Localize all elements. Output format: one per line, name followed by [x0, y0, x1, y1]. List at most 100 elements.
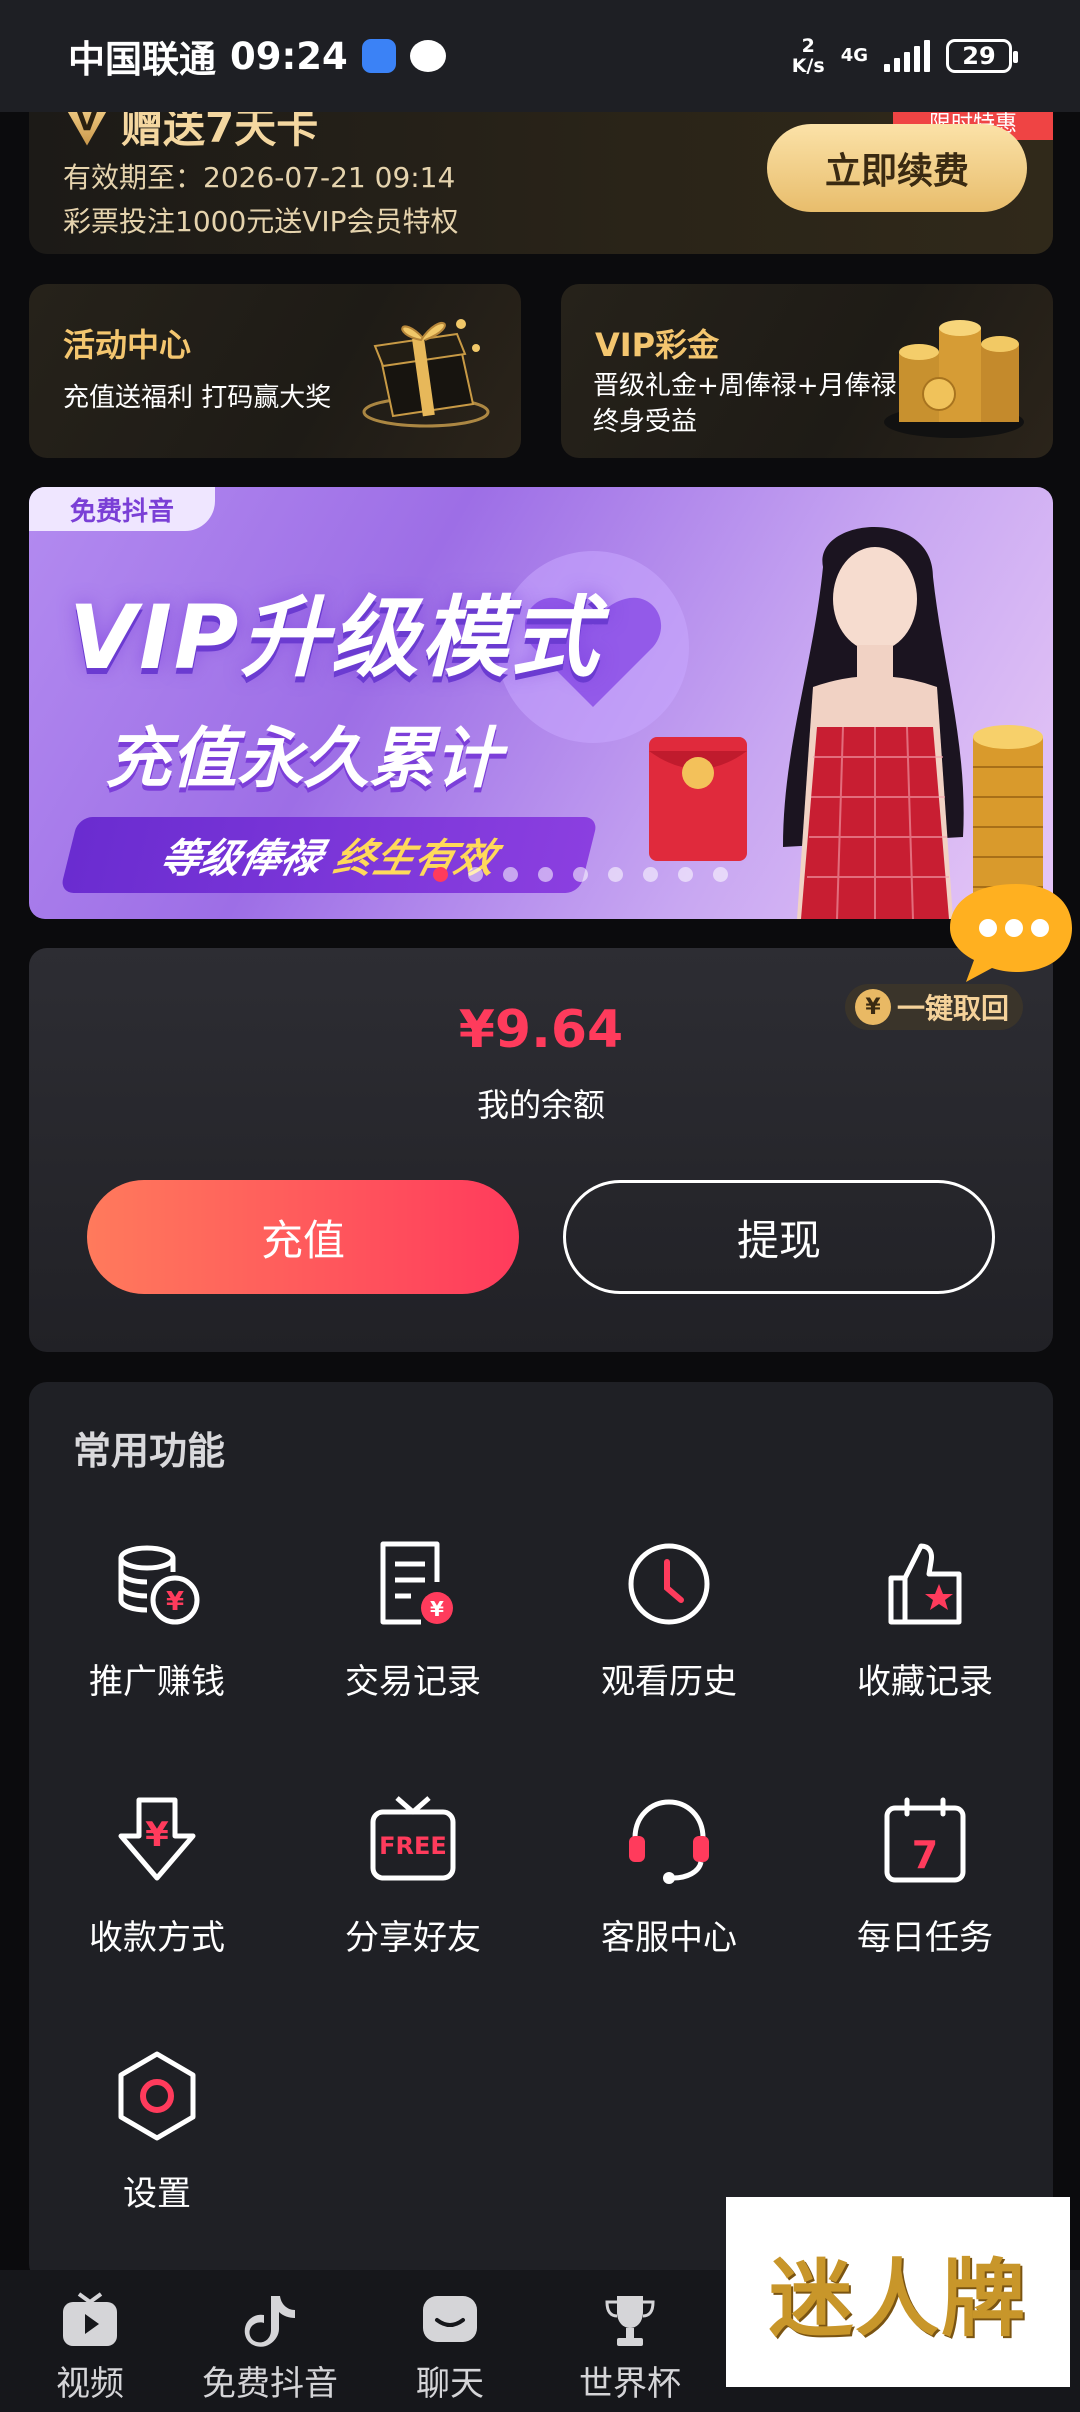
- nav-free-douyin[interactable]: 免费抖音: [180, 2270, 360, 2412]
- clock-icon: [628, 1543, 710, 1625]
- headset-icon: [629, 1799, 709, 1884]
- activity-center-subtitle: 充值送福利 打码赢大奖: [63, 383, 332, 413]
- svg-text:¥: ¥: [430, 1597, 444, 1621]
- banner-headline: VIP升级模式: [69, 586, 601, 689]
- watermark-text: 迷人牌: [768, 2248, 1027, 2348]
- recharge-button[interactable]: 充值: [87, 1180, 519, 1294]
- app-notification-icon: [361, 39, 396, 73]
- nav-label: 世界杯: [579, 2364, 681, 2404]
- nav-chat[interactable]: 聊天: [360, 2270, 540, 2412]
- battery-level: 29: [962, 42, 996, 70]
- net-speed-value: 2: [801, 35, 815, 57]
- banner-pagination[interactable]: [433, 867, 728, 882]
- banner-dot[interactable]: [678, 867, 693, 882]
- func-label: 推广赚钱: [89, 1662, 225, 1702]
- func-settings[interactable]: 设置: [29, 2048, 285, 2248]
- func-label: 设置: [123, 2174, 191, 2214]
- balance-card: ¥ 一键取回 ¥9.64 我的余额 充值 提现: [29, 948, 1053, 1352]
- func-promote-earn[interactable]: ¥ 推广赚钱: [29, 1536, 285, 1736]
- banner-strip-white: 等级俸禄: [155, 836, 327, 882]
- tiktok-icon: [244, 2296, 295, 2347]
- floating-chat-icon[interactable]: [940, 878, 1080, 988]
- withdraw-button[interactable]: 提现: [563, 1180, 995, 1294]
- nav-world-cup[interactable]: 世界杯: [540, 2270, 720, 2412]
- banner-dot[interactable]: [503, 867, 518, 882]
- vip-bonus-subtitle-line2: 终身受益: [593, 407, 698, 437]
- svg-text:7: 7: [912, 1833, 938, 1877]
- banner-dot[interactable]: [433, 867, 448, 882]
- gift-box-icon: [362, 319, 490, 428]
- download-yuan-icon: ¥: [118, 1797, 196, 1881]
- banner-dot[interactable]: [608, 867, 623, 882]
- common-functions-panel: 常用功能 ¥ 推广赚钱 ¥ 交易记录 观看历史 收藏记录 ¥ 收款方式 FREE…: [29, 1382, 1053, 2282]
- vip-valid-until: 有效期至：2026-07-21 09:14: [63, 161, 456, 194]
- trophy-icon: [605, 2296, 655, 2346]
- nav-label: 视频: [56, 2364, 124, 2404]
- func-share-friends[interactable]: FREE 分享好友: [285, 1792, 541, 1992]
- gold-coins-icon: [884, 320, 1024, 438]
- vip-bonus-subtitle: 晋级礼金+周俸禄+月俸禄 终身受益: [593, 368, 897, 440]
- signal-icon: [884, 40, 930, 72]
- func-label: 观看历史: [601, 1662, 737, 1702]
- status-bar: 中国联通 09:24 2 K/s 4G 29: [0, 0, 1080, 112]
- battery-icon: 29: [946, 39, 1018, 73]
- net-speed: 2 K/s: [792, 36, 825, 76]
- func-label: 收款方式: [89, 1918, 225, 1958]
- activity-center-card[interactable]: 活动中心 充值送福利 打码赢大奖: [29, 284, 521, 458]
- coins-icon: ¥: [118, 1545, 200, 1625]
- svg-text:FREE: FREE: [379, 1832, 447, 1860]
- renew-button[interactable]: 立即续费: [767, 124, 1027, 212]
- status-left: 中国联通 09:24: [68, 29, 446, 83]
- banner-dot[interactable]: [468, 867, 483, 882]
- func-daily-tasks[interactable]: 7 每日任务: [797, 1792, 1053, 1992]
- chat-icon: [423, 2296, 477, 2342]
- banner-dot[interactable]: [573, 867, 588, 882]
- banner-subheadline: 充值永久累计: [105, 720, 501, 797]
- thumbs-up-icon: [888, 1543, 962, 1625]
- vip-bonus-card[interactable]: VIP彩金 晋级礼金+周俸禄+月俸禄 终身受益: [561, 284, 1053, 458]
- brand-watermark: 迷人牌: [726, 2197, 1070, 2387]
- network-type: 4G: [840, 45, 868, 66]
- vip-card[interactable]: V 赠送7天卡 有效期至：2026-07-21 09:14 彩票投注1000元送…: [29, 112, 1053, 254]
- vip-bonus-subtitle-line1: 晋级礼金+周俸禄+月俸禄: [593, 371, 897, 401]
- banner-dot[interactable]: [538, 867, 553, 882]
- calendar-icon: 7: [884, 1797, 966, 1883]
- vip-promo-text: 彩票投注1000元送VIP会员特权: [63, 205, 459, 238]
- func-customer-service[interactable]: 客服中心: [541, 1792, 797, 1992]
- func-label: 收藏记录: [857, 1662, 993, 1702]
- common-functions-title: 常用功能: [73, 1429, 226, 1473]
- balance-label: 我的余额: [476, 1086, 605, 1124]
- settings-icon: [118, 2051, 196, 2141]
- carrier-label: 中国联通: [68, 38, 216, 81]
- svg-text:¥: ¥: [166, 1587, 184, 1617]
- promo-banner[interactable]: 免费抖音 VIP升级模式 充值永久累计 等级俸禄 终生有效: [29, 487, 1053, 919]
- func-label: 分享好友: [345, 1918, 481, 1958]
- func-transactions[interactable]: ¥ 交易记录: [285, 1536, 541, 1736]
- banner-tag: 免费抖音: [29, 487, 215, 531]
- net-speed-unit: K/s: [791, 55, 825, 77]
- status-right: 2 K/s 4G 29: [792, 36, 1018, 76]
- clock: 09:24: [230, 34, 348, 78]
- nav-label: 免费抖音: [202, 2364, 338, 2404]
- func-label: 客服中心: [601, 1918, 737, 1958]
- func-payment-methods[interactable]: ¥ 收款方式: [29, 1792, 285, 1992]
- svg-text:¥: ¥: [145, 1815, 169, 1855]
- nav-label: 聊天: [416, 2364, 484, 2404]
- receipt-icon: ¥: [380, 1541, 453, 1625]
- func-label: 每日任务: [857, 1918, 993, 1958]
- activity-center-title: 活动中心: [63, 326, 192, 364]
- banner-dot[interactable]: [643, 867, 658, 882]
- vip-bonus-title: VIP彩金: [595, 326, 720, 364]
- nav-video[interactable]: 视频: [0, 2270, 180, 2412]
- func-favorites[interactable]: 收藏记录: [797, 1536, 1053, 1736]
- vip-gift-text: 赠送7天卡: [121, 112, 319, 152]
- vip-v-icon: V: [63, 112, 111, 146]
- vip-gift-title: V 赠送7天卡: [63, 112, 318, 155]
- func-watch-history[interactable]: 观看历史: [541, 1536, 797, 1736]
- func-label: 交易记录: [345, 1662, 481, 1702]
- balance-amount: ¥9.64: [458, 1000, 624, 1060]
- banner-dot[interactable]: [713, 867, 728, 882]
- red-envelope-icon: [649, 737, 747, 861]
- message-notification-icon: [409, 40, 446, 72]
- tv-icon: [63, 2292, 117, 2346]
